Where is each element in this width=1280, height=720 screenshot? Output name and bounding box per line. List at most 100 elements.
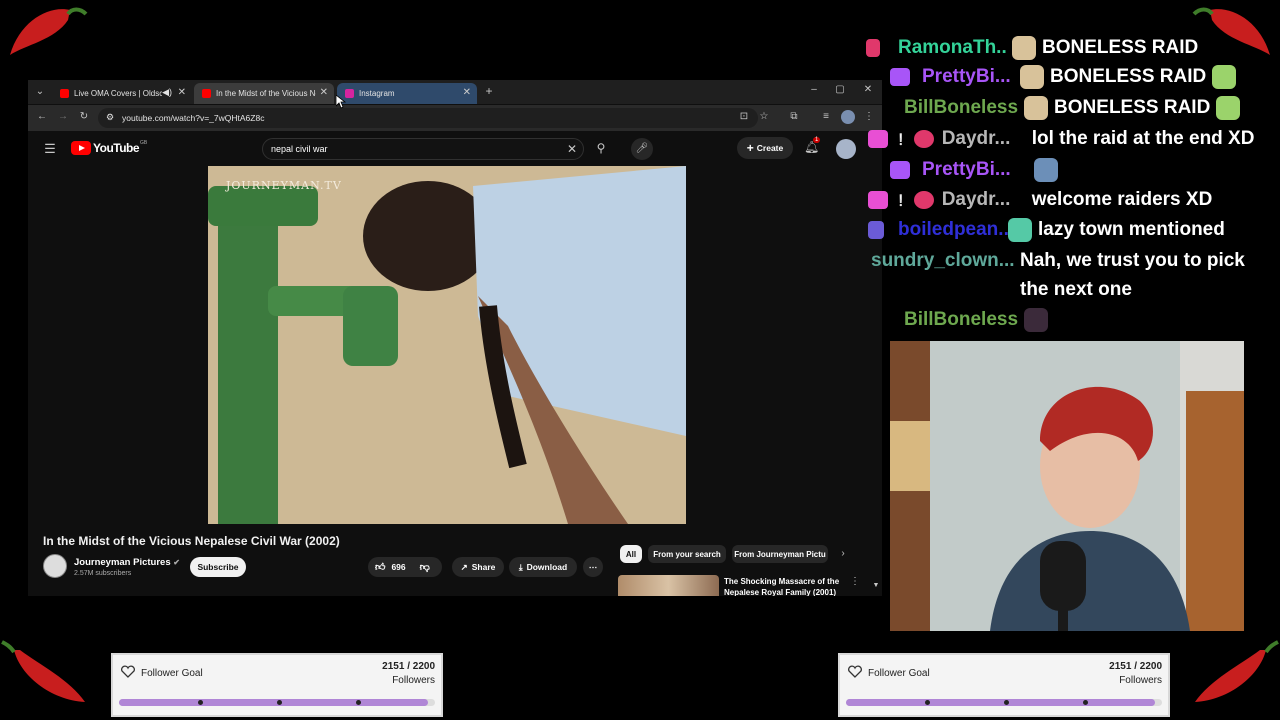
chat-message: PrettyBi... [866,156,1058,184]
chat-username: PrettyBi... [922,159,1011,180]
install-icon[interactable]: ⊡ [738,111,750,122]
goal-progress-fill [119,699,429,706]
like-dislike-group: 👍︎ 696 👎︎ [368,557,442,577]
share-label: Share [471,562,496,572]
chat-text: BONELESS RAID [1042,37,1199,58]
chili-decoration-top-left [10,7,88,55]
frog-emote-icon [1034,158,1058,182]
youtube-header: ☰ YouTube GB nepal civil war ✕ ⚲ 🎤︎ + Cr… [28,131,882,167]
new-tab-icon[interactable]: + [483,84,495,98]
goal-label: Follower Goal [868,668,930,679]
sub-badge-icon [890,161,910,179]
site-info-icon[interactable]: ⚙ [106,112,114,123]
tab-nepalese-civil-war[interactable]: In the Midst of the Vicious Nep ✕ [194,83,334,104]
heart-hand-icon [848,665,862,678]
bookmark-star-icon[interactable]: ☆ [758,111,770,122]
share-button[interactable]: ↗ Share [452,557,504,577]
close-tab-icon[interactable]: ✕ [178,87,186,98]
media-icon[interactable]: ≡ [820,111,832,122]
microphone-icon[interactable]: 🎤︎ [631,138,653,160]
recommended-title[interactable]: The Shocking Massacre of the Nepalese Ro… [724,576,844,596]
reload-icon[interactable]: ↻ [78,111,90,122]
browser-menu-icon[interactable]: ⋮ [864,111,874,122]
youtube-logo[interactable]: YouTube GB [71,140,148,155]
create-label: Create [756,143,784,153]
subscribe-button[interactable]: Subscribe [190,557,246,577]
webcam-scene-illustration [890,341,1244,631]
chat-message: BillBoneless [904,306,1049,334]
chip-all[interactable]: All [620,545,642,563]
like-icon[interactable]: 👍︎ [375,561,385,573]
chat-message: BillBoneless BONELESS RAID [904,94,1241,122]
chip-from-journeyman[interactable]: From Journeyman Pictu [732,545,828,563]
download-button[interactable]: ⤓ Download [509,557,577,577]
close-tab-icon[interactable]: ✕ [320,87,328,98]
account-avatar[interactable] [836,139,856,159]
plus-icon: + [746,141,754,155]
download-icon: ⤓ [518,561,523,572]
search-input[interactable]: nepal civil war [262,138,584,160]
bits-badge-icon [868,221,884,239]
channel-name[interactable]: Journeyman Pictures ✔ [74,557,180,568]
robot-emote-icon [1008,218,1032,242]
forward-icon[interactable]: → [57,111,69,122]
youtube-favicon-icon [60,89,69,98]
download-label: Download [526,562,568,572]
goal-milestone-marker [1004,700,1009,705]
recommended-thumbnail[interactable] [618,575,719,596]
goal-label: Follower Goal [141,668,203,679]
clear-search-icon[interactable]: ✕ [565,142,579,156]
share-icon: ↗ [460,561,468,572]
chat-message-continued: the next one [1020,276,1132,304]
recommended-more-icon[interactable]: ⋮ [850,576,860,587]
chat-message: sundry_clown... Nah, we trust you to pic… [871,247,1245,275]
tab-live-oma-covers[interactable]: Live OMA Covers | Oldschool ◀) ✕ [52,83,192,104]
chat-message: RamonaTh... BONELESS RAID [866,34,1198,62]
chat-text: the next one [1020,279,1132,300]
chat-username: boiledpean... [898,219,1008,240]
like-count: 696 [391,562,406,572]
chili-decoration-bottom-right [1195,640,1279,702]
url-field[interactable]: ⚙ youtube.com/watch?v=_7wQHtA6Z8c [98,108,758,128]
chip-from-your-search[interactable]: From your search [648,545,726,563]
channel-subscriber-count: 2.57M subscribers [74,570,132,577]
heart-badge-icon [866,39,880,57]
goal-progress-track [846,699,1162,706]
back-icon[interactable]: ← [36,111,48,122]
scroll-down-arrow-icon[interactable]: ▼ [872,582,880,589]
country-code: GB [140,140,148,146]
chat-text: welcome raiders XD [1031,189,1213,210]
chat-username: PrettyBi... [922,66,1011,87]
goal-unit: Followers [1119,675,1162,686]
tab-title: Live OMA Covers | Oldschool [74,89,162,98]
goal-milestone-marker [277,700,282,705]
close-tab-icon[interactable]: ✕ [463,87,471,98]
goal-milestone-marker [356,700,361,705]
tab-search-icon[interactable]: ⌄ [34,86,46,97]
chat-text: lol the raid at the end XD [1031,128,1255,149]
extensions-icon[interactable]: ⧉ [788,111,800,122]
heart-badge-icon [868,130,888,148]
chili-decoration-top-right [1192,7,1270,55]
video-player[interactable]: JOURNEYMAN.TV [208,166,686,524]
dislike-icon[interactable]: 👎︎ [420,561,430,573]
more-actions-button[interactable]: ⋯ [583,557,603,577]
chat-username: RamonaTh... [898,37,1006,58]
tab-strip: ⌄ Live OMA Covers | Oldschool ◀) ✕ In th… [28,80,882,104]
channel-avatar[interactable] [43,554,67,578]
chat-username: sundry_clown... [871,250,1014,271]
hamburger-menu-icon[interactable]: ☰ [42,141,58,157]
search-icon[interactable]: ⚲ [594,141,608,155]
chat-text: Nah, we trust you to pick [1020,250,1245,271]
tab-instagram[interactable]: Instagram ✕ [337,83,477,104]
minimize-icon[interactable]: – [808,84,820,95]
chips-next-icon[interactable]: › [838,548,848,559]
create-button[interactable]: + Create [737,137,793,159]
goal-milestone-marker [925,700,930,705]
maximize-icon[interactable]: ▢ [834,84,846,95]
goal-progress-fill [846,699,1156,706]
youtube-wordmark: YouTube [93,141,140,155]
chat-message: PrettyBi... BONELESS RAID [866,63,1237,91]
profile-avatar[interactable] [841,110,855,124]
chili-decoration-bottom-left [1,640,85,702]
